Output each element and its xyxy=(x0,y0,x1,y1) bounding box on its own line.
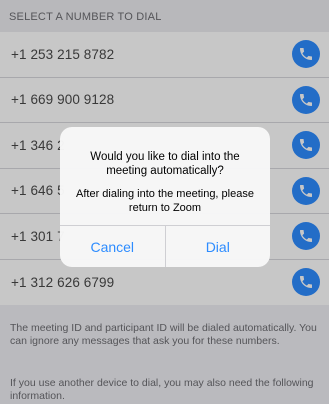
call-button[interactable] xyxy=(292,131,320,160)
phone-number: +1 312 626 6799 xyxy=(11,274,115,290)
call-button[interactable] xyxy=(292,176,320,205)
dialog-title: Would you like to dial into the meeting … xyxy=(90,151,240,177)
phone-icon xyxy=(300,48,312,61)
call-button[interactable] xyxy=(292,268,320,297)
call-button[interactable] xyxy=(292,85,320,114)
call-button[interactable] xyxy=(292,222,320,251)
number-row[interactable]: +1 669 900 9128 xyxy=(0,78,329,123)
number-row[interactable]: +1 253 215 8782 xyxy=(0,32,329,78)
phone-icon xyxy=(300,184,312,197)
other-device-note: If you use another device to dial, you m… xyxy=(10,377,314,402)
phone-icon xyxy=(300,93,312,106)
phone-number: +1 346 2 xyxy=(11,137,65,153)
call-button[interactable] xyxy=(292,40,320,69)
phone-icon xyxy=(300,230,312,243)
phone-number: +1 646 5 xyxy=(11,183,65,199)
cancel-button[interactable]: Cancel xyxy=(60,226,165,267)
phone-number: +1 669 900 9128 xyxy=(11,92,115,108)
phone-icon xyxy=(300,276,312,289)
dial-button[interactable]: Dial xyxy=(164,226,271,267)
auto-dial-note: The meeting ID and participant ID will b… xyxy=(10,322,317,347)
dialog-actions: Cancel Dial xyxy=(60,225,270,267)
phone-icon xyxy=(300,139,312,152)
dial-confirm-dialog: Would you like to dial into the meeting … xyxy=(60,127,270,267)
phone-number: +1 253 215 8782 xyxy=(11,46,115,62)
section-header: SELECT A NUMBER TO DIAL xyxy=(0,0,329,32)
dialog-message: After dialing into the meeting, please r… xyxy=(76,188,254,214)
phone-number: +1 301 7 xyxy=(11,228,65,244)
